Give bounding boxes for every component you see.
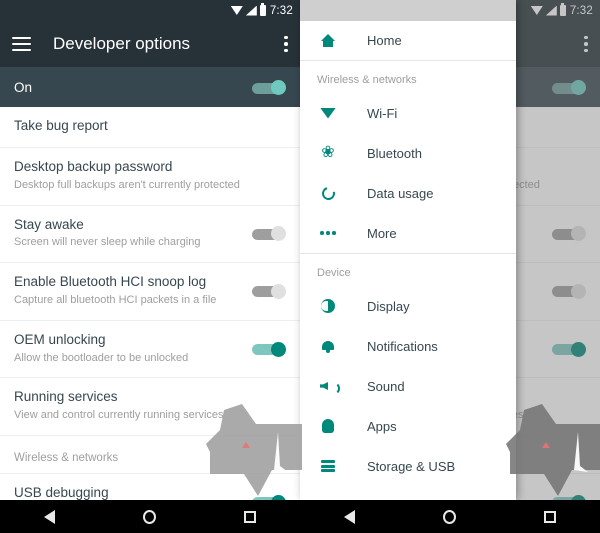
wifi-icon (317, 107, 339, 119)
navigation-bar-left (0, 500, 300, 533)
settings-row-title: Desktop backup password (14, 158, 173, 174)
settings-row-text: Take bug report (14, 118, 286, 135)
settings-row-title: Stay awake (14, 216, 84, 232)
settings-row-text: Running services View and control current… (14, 389, 286, 423)
navigation-bar-right (300, 500, 600, 533)
drawer-item-bluetooth[interactable]: ❀ Bluetooth (300, 133, 516, 173)
drawer-status-strip (300, 0, 516, 21)
bluetooth-icon: ❀ (321, 144, 335, 161)
settings-row-subtitle: View and control currently running servi… (14, 409, 224, 422)
drawer-item-wifi[interactable]: Wi-Fi (300, 93, 516, 133)
kebab-menu-icon[interactable] (284, 35, 288, 53)
settings-row-title: USB debugging (14, 485, 109, 500)
home-circle-icon[interactable] (443, 509, 456, 524)
recents-square-icon[interactable] (244, 510, 256, 523)
kebab-menu-icon[interactable] (584, 35, 588, 53)
settings-row[interactable]: Stay awake Screen will never sleep while … (0, 205, 300, 264)
drawer-item-label: Sound (367, 378, 405, 394)
settings-row-switch[interactable] (552, 341, 586, 357)
home-icon (317, 34, 339, 47)
master-switch-right[interactable] (552, 80, 586, 95)
display-icon (317, 299, 339, 313)
drawer-item-storage-usb[interactable]: Storage & USB (300, 446, 516, 486)
wifi-icon (230, 6, 243, 15)
settings-row-title: OEM unlocking (14, 331, 106, 347)
settings-row-subtitle: Screen will never sleep while charging (14, 236, 201, 249)
settings-row[interactable]: OEM unlocking Allow the bootloader to be … (0, 320, 300, 379)
data-usage-icon (317, 184, 339, 202)
drawer-item-home[interactable]: Home (300, 21, 516, 61)
left-phone-panel: 7:32 Developer options On Take bug repor… (0, 0, 300, 500)
drawer-item-notifications[interactable]: Notifications (300, 326, 516, 366)
settings-row-text: USB debuggingDebug mode when USB is conn… (14, 485, 252, 500)
notifications-bell-icon (317, 340, 339, 353)
master-switch-label: On (14, 79, 33, 95)
status-time-right: 7:32 (569, 4, 593, 17)
settings-row-text: Desktop backup password Desktop full back… (14, 159, 286, 193)
settings-row-text: Stay awake Screen will never sleep while … (14, 217, 252, 251)
status-time-left: 7:32 (269, 4, 293, 17)
settings-row-switch[interactable] (552, 283, 586, 299)
apps-android-icon (317, 419, 339, 433)
wifi-icon (530, 6, 543, 15)
status-icons-right (530, 3, 566, 16)
settings-section-header: Wireless & networks (0, 436, 300, 474)
drawer-item-apps[interactable]: Apps (300, 406, 516, 446)
page-title: Developer options (53, 34, 191, 53)
drawer-item-more[interactable]: More (300, 213, 516, 253)
settings-row-title: Take bug report (14, 118, 108, 133)
drawer-item-sound[interactable]: Sound (300, 366, 516, 406)
drawer-item-label: Notifications (367, 338, 438, 354)
settings-row[interactable]: USB debuggingDebug mode when USB is conn… (0, 474, 300, 500)
sound-speaker-icon (317, 380, 340, 395)
settings-row[interactable]: Take bug report (0, 107, 300, 148)
status-icons-left (230, 3, 266, 16)
drawer-item-label: Display (367, 298, 410, 314)
settings-row-text: OEM unlocking Allow the bootloader to be … (14, 332, 252, 366)
settings-row-switch[interactable] (552, 226, 586, 242)
home-circle-icon[interactable] (143, 509, 156, 524)
signal-icon (545, 5, 557, 16)
drawer-item-label: Wi-Fi (367, 105, 398, 121)
drawer-item-label: Apps (367, 418, 397, 434)
settings-row-text: Enable Bluetooth HCI snoop log Capture al… (14, 274, 252, 308)
settings-row-title: Enable Bluetooth HCI snoop log (14, 274, 207, 290)
app-bar-left: Developer options (0, 21, 300, 67)
more-icon (317, 231, 339, 235)
drawer-item-label: More (367, 225, 397, 241)
back-icon[interactable] (344, 509, 355, 524)
drawer-item-label: Bluetooth (367, 145, 422, 161)
master-switch[interactable] (252, 80, 286, 95)
settings-row-subtitle: Allow the bootloader to be unlocked (14, 351, 189, 364)
drawer-section-device: Device (300, 253, 516, 286)
navigation-drawer: Home Wireless & networks Wi-Fi ❀ Bluetoo… (300, 0, 516, 500)
settings-row-switch[interactable] (252, 283, 286, 299)
drawer-item-label: Storage & USB (367, 458, 456, 474)
settings-row-switch[interactable] (252, 226, 286, 242)
settings-row[interactable]: Running services View and control current… (0, 378, 300, 436)
status-bar-left: 7:32 (0, 0, 300, 21)
master-switch-row[interactable]: On (0, 67, 300, 107)
back-icon[interactable] (44, 509, 55, 524)
recents-square-icon[interactable] (544, 510, 556, 523)
settings-row-switch[interactable] (252, 341, 286, 357)
signal-icon (245, 5, 257, 16)
drawer-item-label: Home (367, 33, 402, 48)
battery-icon (559, 3, 566, 16)
drawer-item-data-usage[interactable]: Data usage (300, 173, 516, 213)
settings-row[interactable]: Enable Bluetooth HCI snoop log Capture al… (0, 263, 300, 321)
settings-list: Take bug report Desktop backup password De… (0, 107, 300, 500)
settings-row-title: Running services (14, 389, 118, 405)
settings-row[interactable]: Desktop backup password Desktop full back… (0, 147, 300, 206)
settings-row-subtitle: Desktop full backups aren't currently pr… (14, 178, 240, 191)
settings-row-subtitle: Capture all bluetooth HCI packets in a f… (14, 294, 217, 306)
drawer-item-display[interactable]: Display (300, 286, 516, 326)
screenshot-root: 7:32 Developer options On Take bug repor… (0, 0, 600, 533)
drawer-section-wireless-networks: Wireless & networks (300, 61, 516, 93)
drawer-item-label: Data usage (367, 185, 434, 201)
storage-icon (317, 460, 339, 472)
battery-icon (259, 3, 266, 16)
hamburger-icon[interactable] (12, 37, 31, 51)
